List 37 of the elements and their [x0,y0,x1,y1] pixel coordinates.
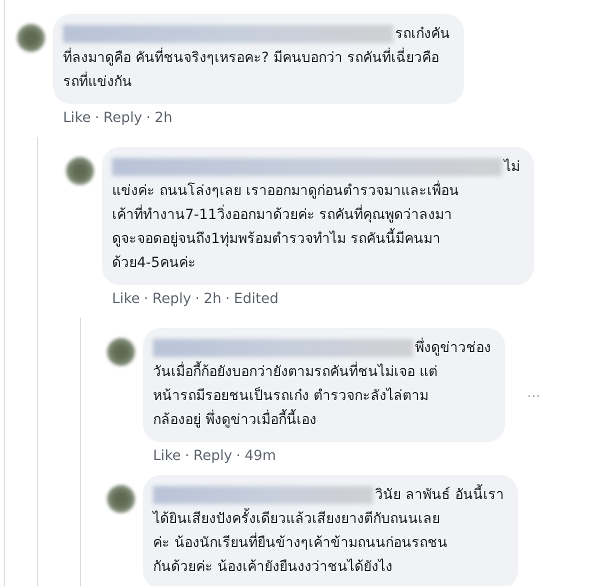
timestamp: 2h [204,291,222,307]
comment-text-line: ที่ลงมาดูคือ คันที่ชนจริงๆเหรอคะ? มีคนบอกว่า รถคันที่เฉี่ยวคือ [63,46,450,70]
timestamp: 49m [244,448,276,464]
reply-link[interactable]: Reply [103,110,142,126]
dot-separator: · [144,291,148,307]
timestamp: 2h [154,110,172,126]
dot-separator: · [146,110,151,126]
comment-text-line: เค้าที่ทำงาน7-11วิ่งออกมาด้วยค่ะ รถคันที่คุณพูดว่าลงมา [112,203,520,227]
comment-text-line: ได้ยินเสียงปังครั้งเดียวแล้วเสียงยางตีกับถนนเลย [153,507,504,531]
comment-text-line: รถที่แข่งกัน [63,70,450,94]
comment-text-line: กล้องอยู่ พึ่งดูข่าวเมื่อกี้นี้เอง [153,408,491,432]
avatar [17,24,45,52]
comment-text-line: กันด้วยค่ะ น้องเค้ายังยืนงงว่าชนได้ยังไง [153,558,394,577]
avatar [107,485,135,513]
like-link[interactable]: Like [112,291,140,307]
dot-separator: · [195,291,200,307]
comment-text-line: ด้วย4-5คนค่ะ [112,254,197,273]
comment-text-line: พึ่งดูข่าวช่อง [415,336,491,360]
dot-separator: · [184,448,190,464]
comment-text-line: วันเมื่อกี้ก้อยังบอกว่ายังตามรถคันที่ชนไม่เจอ แต่ [153,360,491,384]
avatar [107,338,135,366]
like-link[interactable]: Like [153,448,181,464]
dot-separator: · [94,110,100,126]
reply-link[interactable]: Reply [193,448,232,464]
dot-separator: · [225,291,230,307]
like-link[interactable]: Like [63,110,91,126]
edited-label: Edited [234,291,278,307]
comment-text-line: แข่งค่ะ ถนนโล่งๆเลย เราออกมาดูก่อนตำรวจมาและเพื่อน [112,179,520,203]
avatar [66,157,94,185]
dot-separator: · [236,448,241,464]
comment-text-line: หน้ารถมีรอยชนเป็นรถเก๋ง ตำรวจกะลังไล่ตาม [153,386,430,406]
comment-text-line: ค่ะ น้องนักเรียนที่ยืนข้างๆเค้าข้ามถนนก่อนรถชน [153,531,504,555]
comment-text-line: รถเก๋งคัน [395,25,450,44]
comment-text-line: ดูจะจอดอยู่จนถึง1ทุ่มพร้อมตำรวจทำไม รถคันนี้มีคนมา [112,227,520,251]
comment-text-line: ไม่ [504,158,520,177]
reply-link[interactable]: Reply [152,291,192,307]
comment-text-line: วินัย ลาพันธ์ อันนี้เรา [375,483,504,507]
